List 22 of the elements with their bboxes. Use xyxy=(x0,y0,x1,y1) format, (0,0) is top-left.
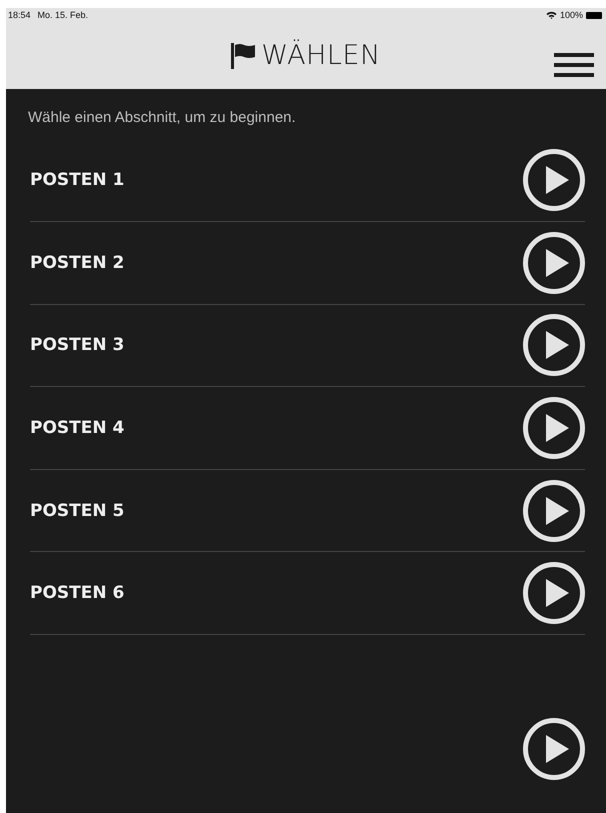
battery-icon xyxy=(586,12,602,19)
section-label[interactable]: POSTEN 1 xyxy=(30,170,124,190)
section-label[interactable]: POSTEN 6 xyxy=(30,583,124,604)
status-time: 18:54 xyxy=(8,10,31,20)
section-label[interactable]: POSTEN 3 xyxy=(30,335,124,356)
section-label[interactable]: POSTEN 2 xyxy=(30,252,124,273)
play-icon[interactable] xyxy=(522,561,586,626)
flag-icon xyxy=(231,42,256,69)
play-icon[interactable] xyxy=(522,396,586,460)
section-label[interactable]: POSTEN 4 xyxy=(30,418,124,438)
section-label[interactable]: POSTEN 5 xyxy=(30,500,124,520)
play-icon[interactable] xyxy=(522,478,586,542)
play-icon[interactable] xyxy=(522,230,586,295)
play-icon[interactable] xyxy=(522,716,585,781)
wifi-icon xyxy=(546,11,557,20)
battery-percent: 100% xyxy=(560,10,583,20)
play-icon[interactable] xyxy=(522,313,586,378)
play-icon[interactable] xyxy=(522,148,586,212)
menu-icon[interactable] xyxy=(554,52,594,77)
status-date: Mo. 15. Feb. xyxy=(38,10,88,20)
page-title: WÄHLEN xyxy=(261,40,381,72)
instruction-text: Wähle einen Abschnitt, um zu beginnen. xyxy=(28,108,296,126)
